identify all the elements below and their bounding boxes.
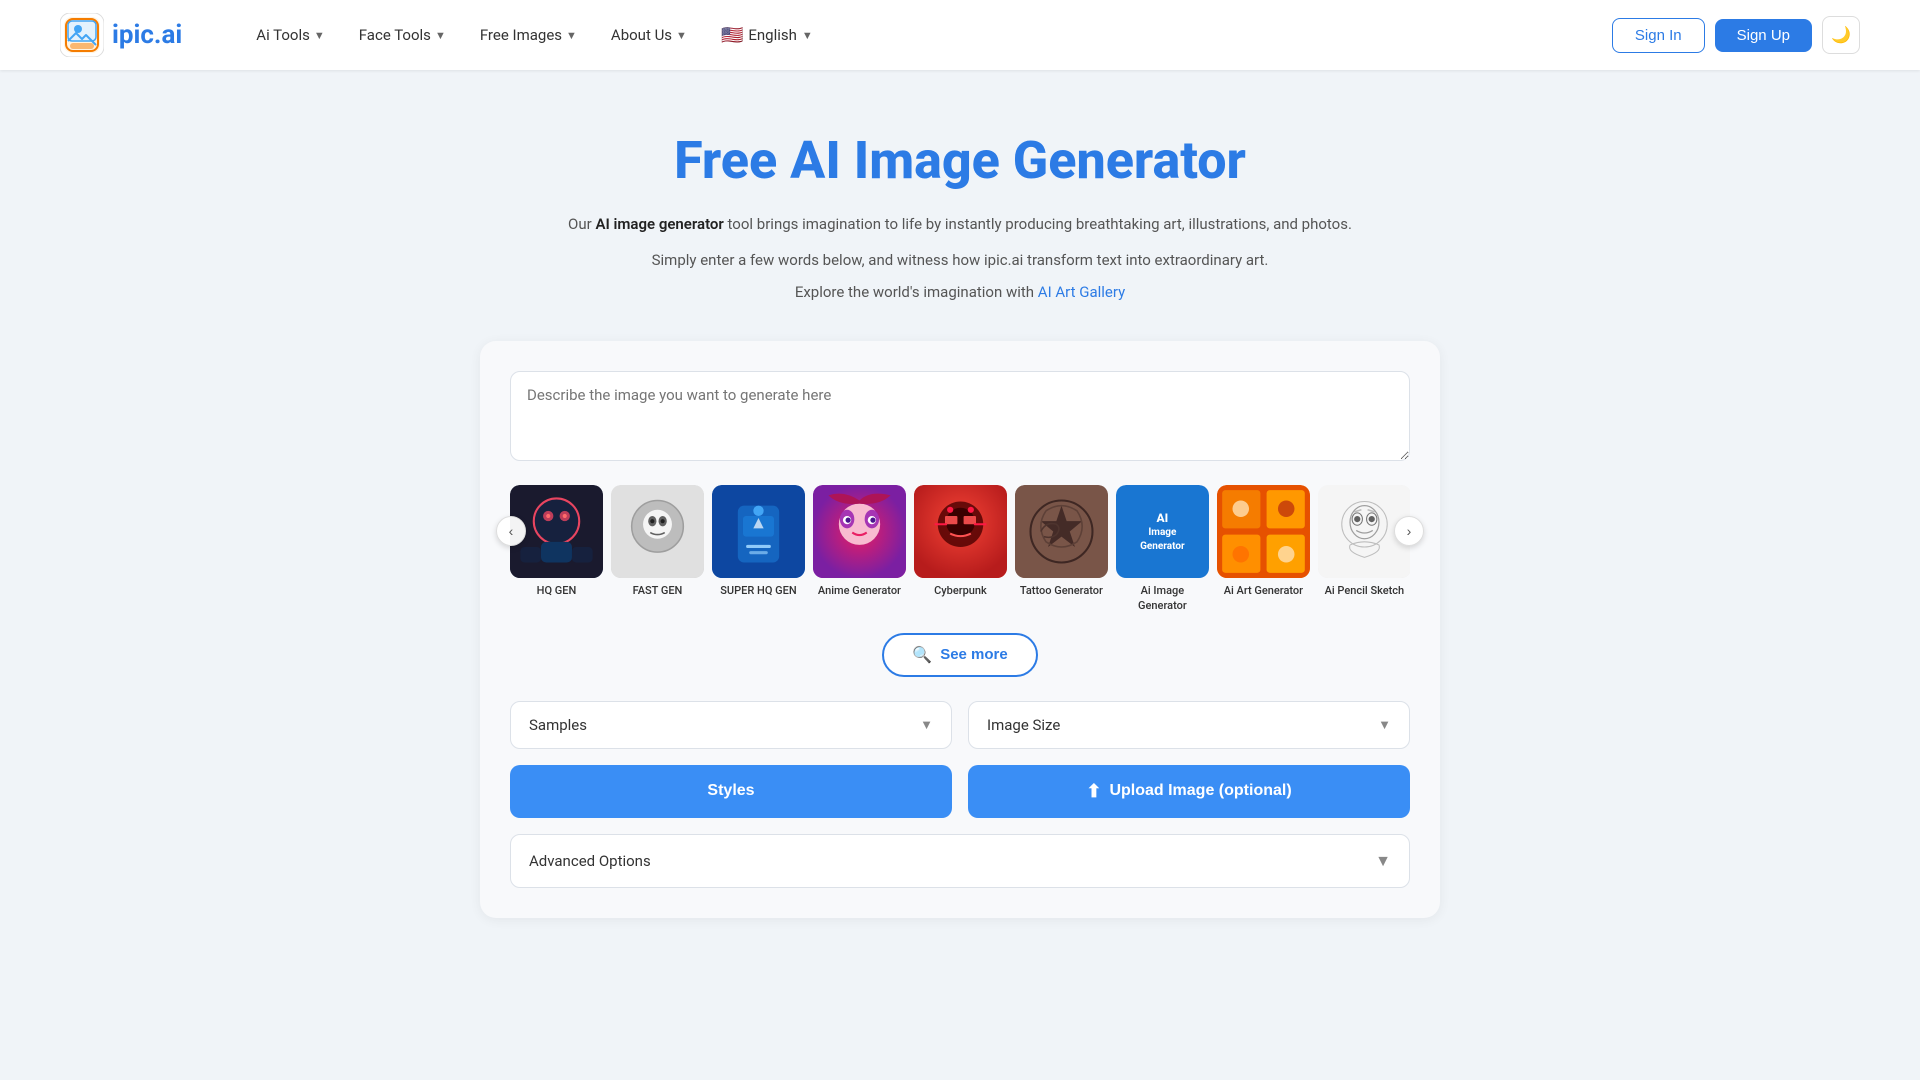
carousel-track: HQ GEN [510,485,1410,613]
style-card-label-ai-pencil: Ai Pencil Sketch [1325,584,1405,598]
hero-title: Free AI Image Generator [480,130,1440,192]
theme-toggle-button[interactable]: 🌙 [1822,16,1860,54]
nav-language[interactable]: 🇺🇸 English ▼ [707,17,827,54]
nav-ai-tools[interactable]: Ai Tools ▼ [242,18,338,52]
language-chevron-icon: ▼ [802,29,813,42]
navbar: ipic.ai Ai Tools ▼ Face Tools ▼ Free Ima… [0,0,1920,70]
style-card-label-anime: Anime Generator [818,584,901,598]
style-card-label-super-hq-gen: SUPER HQ GEN [720,584,796,598]
carousel-next-button[interactable]: › [1394,516,1424,546]
style-card-fast-gen[interactable]: FAST GEN [611,485,704,613]
nav-face-tools[interactable]: Face Tools ▼ [345,18,460,52]
action-row: Styles ⬆ Upload Image (optional) [510,765,1410,818]
nav-links: Ai Tools ▼ Face Tools ▼ Free Images ▼ Ab… [242,17,1612,54]
style-card-hq-gen[interactable]: HQ GEN [510,485,603,613]
see-more-button[interactable]: 🔍 See more [882,633,1037,677]
image-size-chevron-icon: ▼ [1378,717,1391,733]
upload-icon: ⬆ [1086,781,1101,802]
style-card-ai-image[interactable]: AI Image Generator Ai Image Generator [1116,485,1209,613]
hero-gallery-link-line: Explore the world's imagination with AI … [480,283,1440,301]
search-icon: 🔍 [912,645,932,665]
nav-free-images[interactable]: Free Images ▼ [466,18,591,52]
styles-button[interactable]: Styles [510,765,952,818]
nav-about-us[interactable]: About Us ▼ [597,18,701,52]
advanced-label: Advanced Options [529,852,651,870]
style-card-label-ai-art: Ai Art Generator [1224,584,1303,598]
style-card-label-fast-gen: FAST GEN [633,584,683,598]
ai-tools-chevron-icon: ▼ [314,29,325,42]
logo-icon [60,13,104,57]
style-carousel: ‹ [510,485,1410,613]
style-card-img-cyberpunk [914,485,1007,578]
free-images-chevron-icon: ▼ [566,29,577,42]
ai-art-gallery-link[interactable]: AI Art Gallery [1038,283,1125,301]
generator-box: ‹ [480,341,1440,918]
main-content: Free AI Image Generator Our AI image gen… [460,70,1460,958]
see-more-wrapper: 🔍 See more [510,633,1410,677]
logo-text: ipic.ai [112,20,182,50]
moon-icon: 🌙 [1831,25,1851,45]
about-us-chevron-icon: ▼ [676,29,687,42]
style-card-label-tattoo: Tattoo Generator [1020,584,1103,598]
upload-image-button[interactable]: ⬆ Upload Image (optional) [968,765,1410,818]
hero-description-line2: Simply enter a few words below, and witn… [480,248,1440,274]
style-card-img-super-hq [712,485,805,578]
flag-icon: 🇺🇸 [721,25,743,46]
style-card-anime[interactable]: Anime Generator [813,485,906,613]
logo[interactable]: ipic.ai [60,13,182,57]
style-card-tattoo[interactable]: Tattoo Generator [1015,485,1108,613]
style-card-img-ai-art [1217,485,1310,578]
style-card-ai-pencil[interactable]: Ai Pencil Sketch [1318,485,1410,613]
advanced-options-row[interactable]: Advanced Options ▼ [510,834,1410,888]
style-card-img-anime [813,485,906,578]
samples-chevron-icon: ▼ [920,717,933,733]
style-card-ai-art[interactable]: Ai Art Generator [1217,485,1310,613]
sign-in-button[interactable]: Sign In [1612,18,1705,53]
hero-bold: AI image generator [595,215,723,233]
sign-up-button[interactable]: Sign Up [1715,19,1812,52]
style-card-cyberpunk[interactable]: Cyberpunk [914,485,1007,613]
options-row: Samples ▼ Image Size ▼ [510,701,1410,749]
prompt-textarea[interactable] [510,371,1410,461]
style-card-super-hq-gen[interactable]: SUPER HQ GEN [712,485,805,613]
nav-actions: Sign In Sign Up 🌙 [1612,16,1860,54]
style-card-img-ai-image: AI Image Generator [1116,485,1209,578]
hero-description-line1: Our AI image generator tool brings imagi… [480,212,1440,238]
style-card-label-hq-gen: HQ GEN [537,584,577,598]
advanced-chevron-icon: ▼ [1375,851,1391,871]
style-card-label-ai-image: Ai Image Generator [1116,584,1209,613]
style-card-label-cyberpunk: Cyberpunk [934,584,987,598]
carousel-prev-button[interactable]: ‹ [496,516,526,546]
image-size-dropdown[interactable]: Image Size ▼ [968,701,1410,749]
face-tools-chevron-icon: ▼ [435,29,446,42]
style-card-img-fast-gen [611,485,704,578]
samples-dropdown[interactable]: Samples ▼ [510,701,952,749]
style-card-img-tattoo [1015,485,1108,578]
